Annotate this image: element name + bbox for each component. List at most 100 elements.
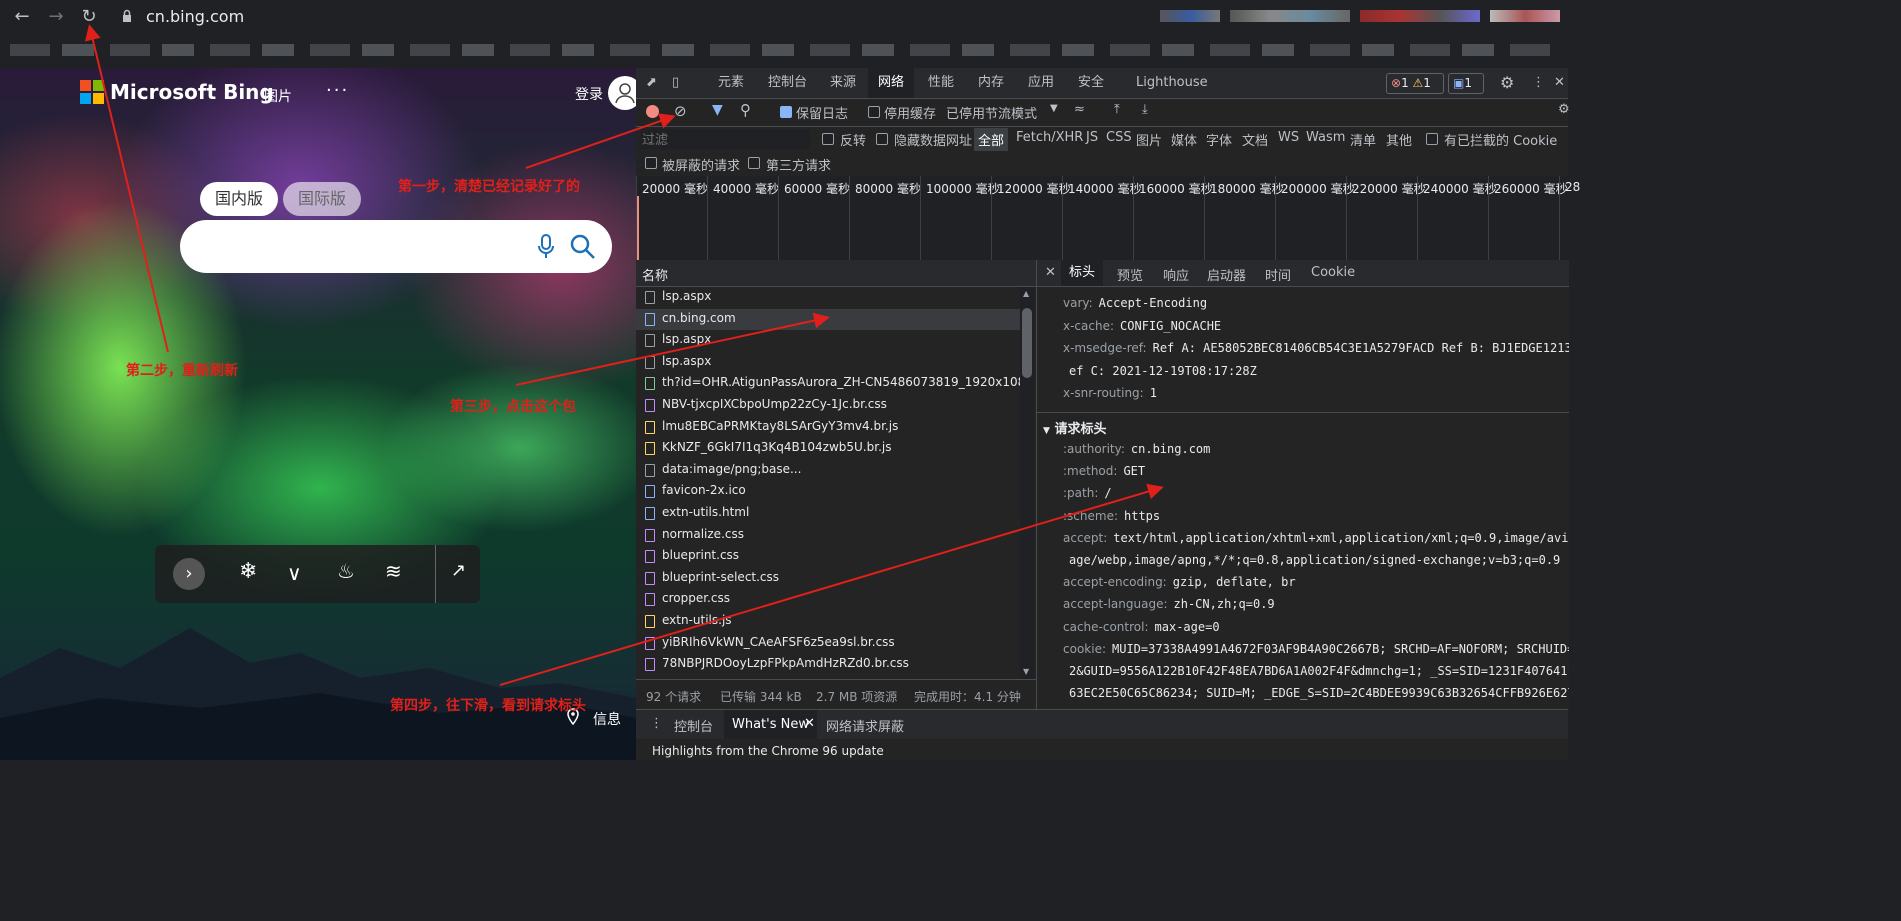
filter-type-js[interactable]: JS (1086, 130, 1098, 145)
tab-network[interactable]: 网络 (868, 68, 915, 98)
tab-cookie[interactable]: Cookie (1311, 265, 1355, 280)
info-link[interactable]: 信息 (593, 709, 621, 729)
microphone-icon[interactable] (537, 234, 555, 260)
drawer-tab-console[interactable]: 控制台 (674, 716, 713, 735)
messages-badge[interactable]: ▣1 (1448, 73, 1484, 94)
hide-data-urls-checkbox[interactable] (876, 133, 888, 145)
network-conditions-icon[interactable]: ≈ (1074, 102, 1085, 117)
request-row[interactable]: th?id=OHR.AtigunPassAurora_ZH-CN54860738… (636, 373, 1020, 395)
request-row[interactable]: 78NBPJRDOoyLzpFPkpAmdHzRZd0.br.css (636, 654, 1020, 676)
more-menu-icon[interactable]: ··· (326, 80, 349, 101)
import-icon[interactable]: ⤒ (1114, 102, 1120, 117)
request-row[interactable]: NBV-tjxcpIXCbpoUmp22zCy-1Jc.br.css (636, 395, 1020, 417)
close-icon[interactable]: ✕ (1045, 265, 1056, 280)
nav-images-link[interactable]: 图片 (264, 86, 292, 106)
request-row[interactable]: extn-utils.html (636, 503, 1020, 525)
tab-memory[interactable]: 内存 (978, 68, 1004, 98)
inspect-icon[interactable]: ⬈ (646, 68, 657, 98)
request-row[interactable]: blueprint.css (636, 546, 1020, 568)
export-icon[interactable]: ⤓ (1142, 102, 1148, 117)
filter-type-ws[interactable]: WS (1278, 130, 1299, 145)
scrollbar-thumb[interactable] (1022, 308, 1032, 378)
chevron-down-icon[interactable]: ▼ (1050, 103, 1058, 114)
issues-badge[interactable]: ⊗1 ⚠1 (1386, 73, 1444, 94)
blocked-requests-checkbox[interactable] (645, 157, 657, 169)
back-icon[interactable]: ← (10, 5, 34, 29)
gear-icon[interactable]: ⚙ (1500, 68, 1514, 98)
search-icon[interactable] (570, 234, 596, 260)
profile-avatar[interactable] (1490, 10, 1560, 22)
tab-initiator[interactable]: 启动器 (1207, 265, 1246, 284)
tab-domestic[interactable]: 国内版 (200, 182, 278, 216)
tab-performance[interactable]: 性能 (928, 68, 954, 98)
share-icon[interactable]: ↗ (451, 560, 466, 581)
clear-icon[interactable]: ⊘ (674, 102, 687, 120)
device-toggle-icon[interactable]: ▯ (672, 68, 679, 98)
search-icon[interactable]: ⚲ (740, 101, 751, 119)
tab-application[interactable]: 应用 (1028, 68, 1054, 98)
login-link[interactable]: 登录 (575, 84, 603, 104)
name-column-header[interactable]: 名称 (636, 260, 1036, 287)
invert-checkbox[interactable] (822, 133, 834, 145)
third-party-checkbox[interactable] (748, 157, 760, 169)
flame-icon[interactable]: ♨ (337, 559, 355, 583)
timeline-overview[interactable]: 20000 毫秒 40000 毫秒 60000 毫秒 80000 毫秒 100000 毫… (636, 176, 1580, 261)
tab-international[interactable]: 国际版 (283, 182, 361, 216)
tab-timing[interactable]: 时间 (1265, 265, 1291, 284)
settings-gear-icon[interactable]: ⚙ (1558, 102, 1570, 117)
request-row[interactable]: cropper.css (636, 589, 1020, 611)
chevron-right-icon[interactable]: › (173, 558, 205, 590)
request-row[interactable]: lsp.aspx (636, 330, 1020, 352)
filter-type-manifest[interactable]: 清单 (1350, 130, 1376, 149)
filter-type-all[interactable]: 全部 (974, 128, 1009, 151)
tab-preview[interactable]: 预览 (1117, 265, 1143, 284)
filter-type-doc[interactable]: 文档 (1242, 130, 1268, 149)
kebab-menu-icon[interactable]: ⋮ (1532, 68, 1545, 98)
microsoft-logo[interactable] (80, 80, 104, 104)
tab-security[interactable]: 安全 (1078, 68, 1104, 98)
record-icon[interactable] (646, 105, 659, 118)
scroll-down-icon[interactable]: ▼ (1023, 667, 1029, 676)
filter-type-wasm[interactable]: Wasm (1306, 130, 1345, 145)
request-row[interactable]: extn-utils.js (636, 611, 1020, 633)
request-row[interactable]: favicon-2x.ico (636, 481, 1020, 503)
filter-type-font[interactable]: 字体 (1206, 130, 1232, 149)
tab-lighthouse[interactable]: Lighthouse (1136, 68, 1208, 98)
throttling-select[interactable]: 已停用节流模式 (946, 103, 1037, 122)
forward-icon[interactable]: → (44, 5, 68, 29)
request-headers-section[interactable]: ▼ 请求标头 (1043, 418, 1106, 437)
avatar[interactable] (608, 76, 636, 110)
filter-type-css[interactable]: CSS (1106, 130, 1132, 145)
filter-icon[interactable]: ▼ (712, 102, 723, 118)
request-row[interactable]: blueprint-select.css (636, 568, 1020, 590)
wind-icon[interactable]: ≋ (385, 559, 402, 583)
reload-icon[interactable]: ↻ (77, 5, 101, 29)
tab-elements[interactable]: 元素 (718, 68, 744, 98)
request-row[interactable]: lmu8EBCaPRMKtay8LSArGyY3mv4.br.js (636, 417, 1020, 439)
tab-sources[interactable]: 来源 (830, 68, 856, 98)
filter-type-other[interactable]: 其他 (1386, 130, 1412, 149)
filter-type-xhr[interactable]: Fetch/XHR (1016, 130, 1083, 145)
request-row[interactable]: lsp.aspx (636, 287, 1020, 309)
tab-headers[interactable]: 标头 (1061, 260, 1104, 286)
filter-type-media[interactable]: 媒体 (1171, 130, 1197, 149)
disable-cache-checkbox[interactable] (868, 106, 880, 118)
bing-brand[interactable]: Microsoft Bing (110, 80, 274, 104)
search-input[interactable] (180, 220, 612, 273)
request-row[interactable]: cn.bing.com (636, 308, 1020, 331)
close-icon[interactable]: ✕ (804, 716, 815, 731)
filter-type-img[interactable]: 图片 (1136, 130, 1162, 149)
preserve-log-checkbox[interactable] (780, 106, 792, 118)
request-row[interactable]: KkNZF_6GkI7I1q3Kq4B104zwb5U.br.js (636, 438, 1020, 460)
request-row[interactable]: yiBRIh6VkWN_CAeAFSF6z5ea9sl.br.css (636, 633, 1020, 655)
address-bar[interactable] (112, 4, 1152, 30)
tab-response[interactable]: 响应 (1163, 265, 1189, 284)
tab-console[interactable]: 控制台 (768, 68, 807, 98)
drawer-menu-icon[interactable]: ⋮ (650, 716, 663, 731)
drawer-tab-request-blocking[interactable]: 网络请求屏蔽 (826, 716, 904, 735)
icicle-icon[interactable]: ∨ (287, 561, 302, 585)
scroll-up-icon[interactable]: ▲ (1023, 289, 1029, 298)
request-row[interactable]: data:image/png;base... (636, 460, 1020, 482)
request-row[interactable]: normalize.css (636, 525, 1020, 547)
request-row[interactable]: lsp.aspx (636, 352, 1020, 374)
